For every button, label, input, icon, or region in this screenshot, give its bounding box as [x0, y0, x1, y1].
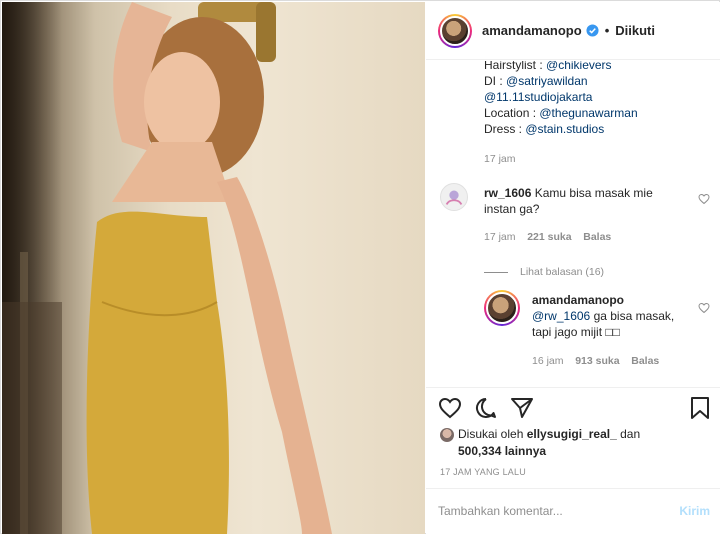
- caption-mention-link[interactable]: @11.11studiojakarta: [484, 90, 592, 104]
- commenter-avatar[interactable]: [440, 183, 468, 211]
- reply-username[interactable]: amandamanopo: [532, 293, 624, 307]
- comment-bubble-icon[interactable]: [474, 396, 498, 420]
- comment-meta: 17 jam 221 suka Balas: [484, 231, 611, 243]
- comments-scroll-area[interactable]: Hairstylist : @chikievers DI : @satriyaw…: [426, 61, 720, 387]
- liker-username[interactable]: ellysugigi_real_: [527, 427, 617, 441]
- reply-reply-button[interactable]: Balas: [631, 355, 659, 367]
- reply-time[interactable]: 16 jam: [532, 355, 564, 367]
- reply-text: amandamanopo @rw_1606 ga bisa masak, tap…: [532, 292, 682, 340]
- comment-item: rw_1606 Kamu bisa masak mie instan ga? 1…: [440, 183, 710, 253]
- caption-line: Dress : @stain.studios: [484, 122, 605, 136]
- comment-time[interactable]: 17 jam: [484, 231, 516, 243]
- liked-by-prefix: Disukai oleh: [458, 427, 524, 441]
- post-action-bar: [426, 387, 720, 427]
- reply-mention-link[interactable]: @rw_1606: [532, 309, 590, 323]
- reply-meta: 16 jam 913 suka Balas: [532, 355, 659, 367]
- comment-reply-button[interactable]: Balas: [583, 231, 611, 243]
- caption-mention-link[interactable]: @thegunawarman: [539, 106, 637, 120]
- caption-line: Hairstylist : @chikievers: [484, 61, 638, 73]
- share-send-icon[interactable]: [510, 396, 534, 420]
- view-replies-label: Lihat balasan (16): [520, 266, 605, 278]
- caption-time[interactable]: 17 jam: [484, 151, 638, 167]
- save-bookmark-icon[interactable]: [688, 396, 712, 420]
- verified-badge-icon: [586, 24, 599, 37]
- caption-mention-link[interactable]: @satriyawildan: [506, 74, 588, 88]
- post-frame: amandamanopo • Diikuti Hairstylist : @ch…: [0, 0, 720, 534]
- replies-dash: [484, 271, 508, 273]
- post-time-ago[interactable]: 17 JAM YANG LALU: [440, 467, 526, 477]
- add-comment-input[interactable]: [438, 501, 658, 521]
- caption-line: @11.11studiojakarta: [484, 89, 638, 105]
- like-reply-heart-icon[interactable]: [698, 302, 710, 314]
- follow-separator: •: [604, 23, 610, 38]
- liked-by-connector: dan: [620, 427, 641, 441]
- caption-mention-link[interactable]: @chikievers: [546, 61, 612, 72]
- comment-text: rw_1606 Kamu bisa masak mie instan ga?: [484, 185, 684, 217]
- likes-count[interactable]: 500,334 lainnya: [458, 444, 546, 458]
- caption-line: Location : @thegunawarman: [484, 106, 638, 120]
- add-comment-bar: Kirim: [426, 488, 720, 534]
- post-photo[interactable]: [2, 2, 425, 534]
- like-heart-icon[interactable]: [438, 396, 462, 420]
- view-replies-button[interactable]: Lihat balasan (16): [484, 266, 604, 278]
- caption-line: DI : @satriyawildan: [484, 74, 588, 88]
- reply-item: amandamanopo @rw_1606 ga bisa masak, tap…: [484, 290, 710, 370]
- caption-mention-link[interactable]: @stain.studios: [525, 122, 604, 136]
- author-avatar[interactable]: [438, 13, 472, 48]
- author-username[interactable]: amandamanopo: [482, 23, 582, 38]
- following-button[interactable]: Diikuti: [615, 23, 655, 38]
- reply-author-avatar[interactable]: [484, 290, 520, 326]
- post-header: amandamanopo • Diikuti: [426, 2, 720, 60]
- post-comment-button[interactable]: Kirim: [679, 504, 710, 518]
- like-comment-heart-icon[interactable]: [698, 193, 710, 205]
- reply-likes[interactable]: 913 suka: [575, 355, 619, 367]
- post-sidebar: amandamanopo • Diikuti Hairstylist : @ch…: [426, 2, 720, 534]
- commenter-username[interactable]: rw_1606: [484, 186, 531, 200]
- photo-figure: [2, 2, 332, 534]
- liker-avatar[interactable]: [440, 428, 454, 442]
- liked-by-section: Disukai oleh ellysugigi_real_ dan 500,33…: [440, 426, 710, 460]
- caption-text: Hairstylist : @chikievers DI : @satriyaw…: [484, 61, 638, 167]
- comment-likes[interactable]: 221 suka: [527, 231, 571, 243]
